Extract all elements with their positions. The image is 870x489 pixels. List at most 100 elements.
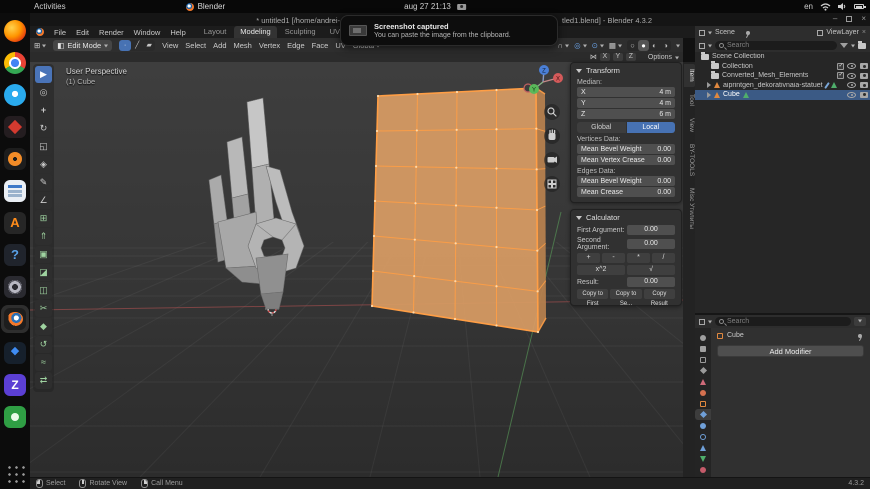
pin-icon[interactable] (746, 31, 750, 35)
scene-selector[interactable]: Scene (715, 29, 735, 36)
tab-constraints[interactable] (695, 442, 711, 453)
add-modifier-button[interactable]: Add Modifier (717, 345, 864, 357)
render-camera-icon[interactable] (860, 92, 868, 98)
close-button[interactable]: × (861, 14, 866, 23)
transform-panel-header[interactable]: Transform (571, 65, 681, 76)
sqrt-button[interactable]: √ (627, 265, 675, 275)
display-mode-icon[interactable] (699, 43, 705, 49)
menu-view[interactable]: View (162, 41, 178, 50)
mean-bevel-weight-field[interactable]: Mean Bevel Weight0.00 (577, 144, 675, 154)
rendered-shading-icon[interactable]: ◑ (660, 40, 671, 51)
dock-icon-music-app[interactable] (4, 148, 26, 170)
edge-slide-tool-icon[interactable]: ⇄ (35, 372, 52, 389)
dock-icon-dropbox[interactable] (4, 342, 26, 364)
knife-tool-icon[interactable]: ✂ (35, 300, 52, 317)
menu-help[interactable]: Help (170, 28, 185, 37)
mirror-y-toggle[interactable]: Y (613, 53, 623, 61)
snap-magnet-icon[interactable]: ∩ (558, 41, 569, 50)
pan-button[interactable] (544, 128, 560, 144)
outliner-row-collection[interactable]: Collection (695, 62, 870, 72)
median-x-field[interactable]: X4 m (577, 87, 675, 97)
tab-object-data[interactable] (695, 453, 711, 464)
dock-icon-messenger[interactable] (4, 84, 26, 106)
outliner-row-converted-mesh[interactable]: Converted_Mesh_Elements (695, 71, 870, 81)
hand-mesh-object[interactable] (209, 98, 304, 309)
wireframe-shading-icon[interactable]: ○ (627, 40, 638, 51)
square-button[interactable]: x^2 (577, 265, 625, 275)
render-camera-icon[interactable] (860, 73, 868, 79)
hide-eye-icon[interactable] (847, 63, 856, 69)
tab-render[interactable] (695, 343, 711, 354)
local-space-button[interactable]: Local (627, 122, 676, 133)
ortho-toggle-button[interactable] (544, 176, 560, 192)
spin-tool-icon[interactable]: ↺ (35, 336, 52, 353)
face-select-icon[interactable]: ▰ (143, 40, 155, 51)
sidebar-tab-tool[interactable]: Tool (684, 89, 695, 111)
dock-icon-appimage[interactable] (4, 212, 26, 234)
solid-shading-icon[interactable]: ● (638, 40, 649, 51)
tab-view-layer[interactable] (695, 365, 711, 376)
tab-tool[interactable] (695, 332, 711, 343)
calculator-panel-header[interactable]: Calculator (571, 212, 681, 223)
properties-filter-dropdown[interactable] (854, 317, 866, 326)
material-shading-icon[interactable]: ◐ (649, 40, 660, 51)
measure-tool-icon[interactable]: ∠ (35, 192, 52, 209)
move-tool-icon[interactable]: + (35, 102, 52, 119)
maximize-button[interactable] (846, 16, 852, 22)
add-button[interactable]: + (577, 253, 600, 263)
tab-scene[interactable] (695, 376, 711, 387)
tweak-tool-icon[interactable]: ▶ (35, 66, 52, 83)
new-collection-icon[interactable] (858, 43, 866, 49)
add-cube-tool-icon[interactable]: ⊞ (35, 210, 52, 227)
options-dropdown[interactable]: Options (648, 54, 672, 61)
tab-output[interactable] (695, 354, 711, 365)
scale-tool-icon[interactable]: ◱ (35, 138, 52, 155)
dock-icon-firefox[interactable] (4, 20, 26, 42)
extrude-tool-icon[interactable]: ⇑ (35, 228, 52, 245)
copy-result-button[interactable]: Copy Result (644, 289, 675, 299)
clock[interactable]: aug 27 21:13 (404, 2, 466, 11)
subtract-button[interactable]: - (602, 253, 625, 263)
first-argument-field[interactable]: 0.00 (627, 225, 675, 235)
median-y-field[interactable]: Y4 m (577, 98, 675, 108)
outliner-row-scene-collection[interactable]: Scene Collection (695, 52, 870, 62)
hide-eye-icon[interactable] (847, 92, 856, 98)
global-space-button[interactable]: Global (577, 122, 626, 133)
menu-face[interactable]: Face (312, 41, 329, 50)
menu-window[interactable]: Window (134, 28, 161, 37)
shading-popover-caret[interactable] (676, 44, 680, 49)
filter-icon[interactable] (840, 43, 848, 48)
poly-build-tool-icon[interactable]: ◆ (35, 318, 52, 335)
tab-world[interactable] (695, 387, 711, 398)
minimize-button[interactable]: – (833, 14, 837, 23)
properties-search-input[interactable]: Search (715, 317, 851, 326)
sidebar-tab-view[interactable]: View (684, 113, 695, 137)
rotate-tool-icon[interactable]: ↻ (35, 120, 52, 137)
notification-popup[interactable]: Screenshot captured You can paste the im… (340, 15, 558, 46)
inset-faces-tool-icon[interactable]: ▣ (35, 246, 52, 263)
expand-icon[interactable] (707, 82, 711, 88)
vertex-select-icon[interactable]: ∙ (119, 40, 131, 51)
tab-material[interactable] (695, 464, 711, 475)
tab-object[interactable] (695, 398, 711, 409)
outliner-search-input[interactable]: Search (715, 41, 837, 50)
show-apps-button[interactable] (5, 463, 25, 483)
activities-button[interactable]: Activities (34, 2, 66, 11)
camera-view-button[interactable] (544, 152, 560, 168)
second-argument-field[interactable]: 0.00 (627, 239, 675, 249)
cursor-tool-icon[interactable]: ◎ (35, 84, 52, 101)
tab-particles[interactable] (695, 420, 711, 431)
exclude-checkbox[interactable] (837, 63, 844, 70)
copy-to-second-button[interactable]: Copy to Se... (610, 289, 641, 299)
menu-render[interactable]: Render (99, 28, 124, 37)
view-layer-selector[interactable]: ViewLayer (826, 29, 859, 36)
smooth-tool-icon[interactable]: ≈ (35, 354, 52, 371)
workspace-tab-modeling[interactable]: Modeling (234, 26, 276, 38)
menu-edge[interactable]: Edge (287, 41, 305, 50)
keyboard-layout-indicator[interactable]: en (804, 2, 813, 11)
mirror-x-toggle[interactable]: X (600, 53, 610, 61)
menu-add[interactable]: Add (213, 41, 226, 50)
divide-button[interactable]: / (652, 253, 675, 263)
mean-crease-field[interactable]: Mean Crease0.00 (577, 187, 675, 197)
navigation-gizmo[interactable]: Z Y X (524, 65, 563, 94)
